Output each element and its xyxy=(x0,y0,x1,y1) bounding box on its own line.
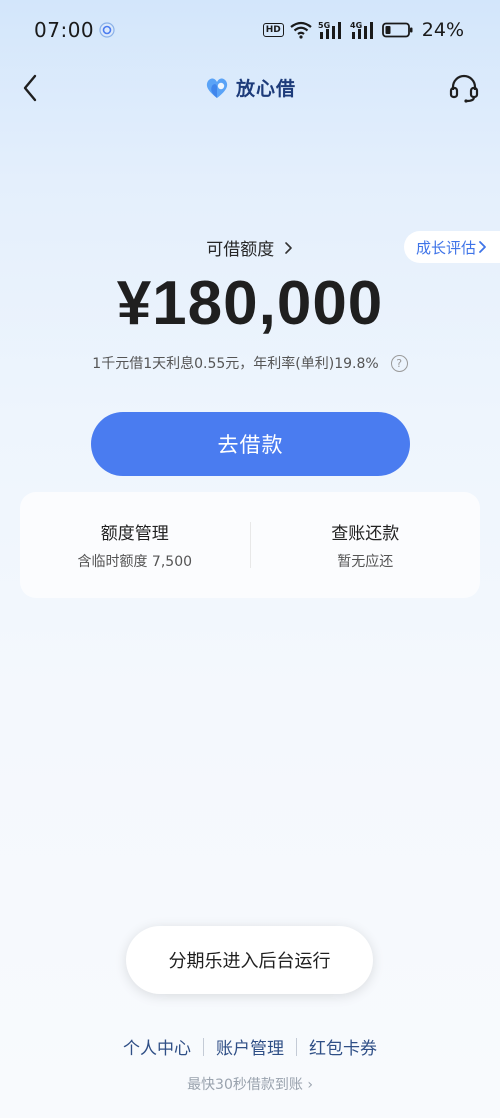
help-icon[interactable]: ? xyxy=(390,354,408,372)
status-bar: 07:00 HD 5G 4G 24% xyxy=(0,0,500,60)
battery-percent: 24% xyxy=(421,19,464,41)
credit-management-entry[interactable]: 额度管理 含临时额度 7,500 xyxy=(20,492,250,598)
status-indicators: HD 5G 4G 24% xyxy=(262,18,464,42)
credit-limit-label: 可借额度 xyxy=(206,240,275,260)
credit-amount: ¥180,000 xyxy=(116,269,384,338)
credit-management-subtitle: 含临时额度 7,500 xyxy=(77,554,193,570)
brand-logo-icon xyxy=(206,77,228,98)
credit-management-title: 额度管理 xyxy=(100,524,169,544)
interest-rate-line: 1千元借1天利息0.55元，年利率(单利)19.8% ? xyxy=(0,353,500,373)
footer-note[interactable]: 最快30秒借款到账 › xyxy=(0,1074,500,1094)
interest-rate-text: 1千元借1天利息0.55元，年利率(单利)19.8% xyxy=(92,356,379,372)
borrow-button[interactable]: 去借款 xyxy=(91,412,410,476)
bill-repayment-entry[interactable]: 查账还款 暂无应还 xyxy=(251,492,481,598)
signal-5g-icon: 5G xyxy=(318,21,341,39)
status-time: 07:00 xyxy=(34,18,95,42)
brand-name: 放心借 xyxy=(235,78,296,100)
customer-service-button[interactable] xyxy=(448,72,480,104)
bill-repayment-subtitle: 暂无应还 xyxy=(337,554,394,570)
bill-repayment-title: 查账还款 xyxy=(331,524,400,544)
notification-app-icon xyxy=(99,22,115,38)
chevron-right-icon xyxy=(284,242,292,254)
quick-actions-card: 额度管理 含临时额度 7,500 查账还款 暂无应还 xyxy=(20,492,480,598)
signal-5g-label: 5G xyxy=(318,21,330,30)
battery-icon xyxy=(381,22,413,38)
signal-4g-icon: 4G xyxy=(350,21,373,39)
credit-limit-link[interactable]: 可借额度 xyxy=(0,235,500,260)
background-run-toast: 分期乐进入后台运行 xyxy=(126,926,373,994)
link-account-management[interactable]: 账户管理 xyxy=(204,1034,296,1059)
signal-4g-label: 4G xyxy=(350,21,362,30)
wifi-icon xyxy=(290,21,312,39)
link-coupons[interactable]: 红包卡券 xyxy=(297,1034,389,1059)
hd-badge: HD xyxy=(262,23,284,37)
battery-fill xyxy=(385,26,391,34)
link-personal-center[interactable]: 个人中心 xyxy=(111,1034,203,1059)
brand: 放心借 xyxy=(0,74,500,101)
headset-icon xyxy=(449,74,479,103)
bottom-links: 个人中心 账户管理 红包卡券 xyxy=(0,1034,500,1059)
